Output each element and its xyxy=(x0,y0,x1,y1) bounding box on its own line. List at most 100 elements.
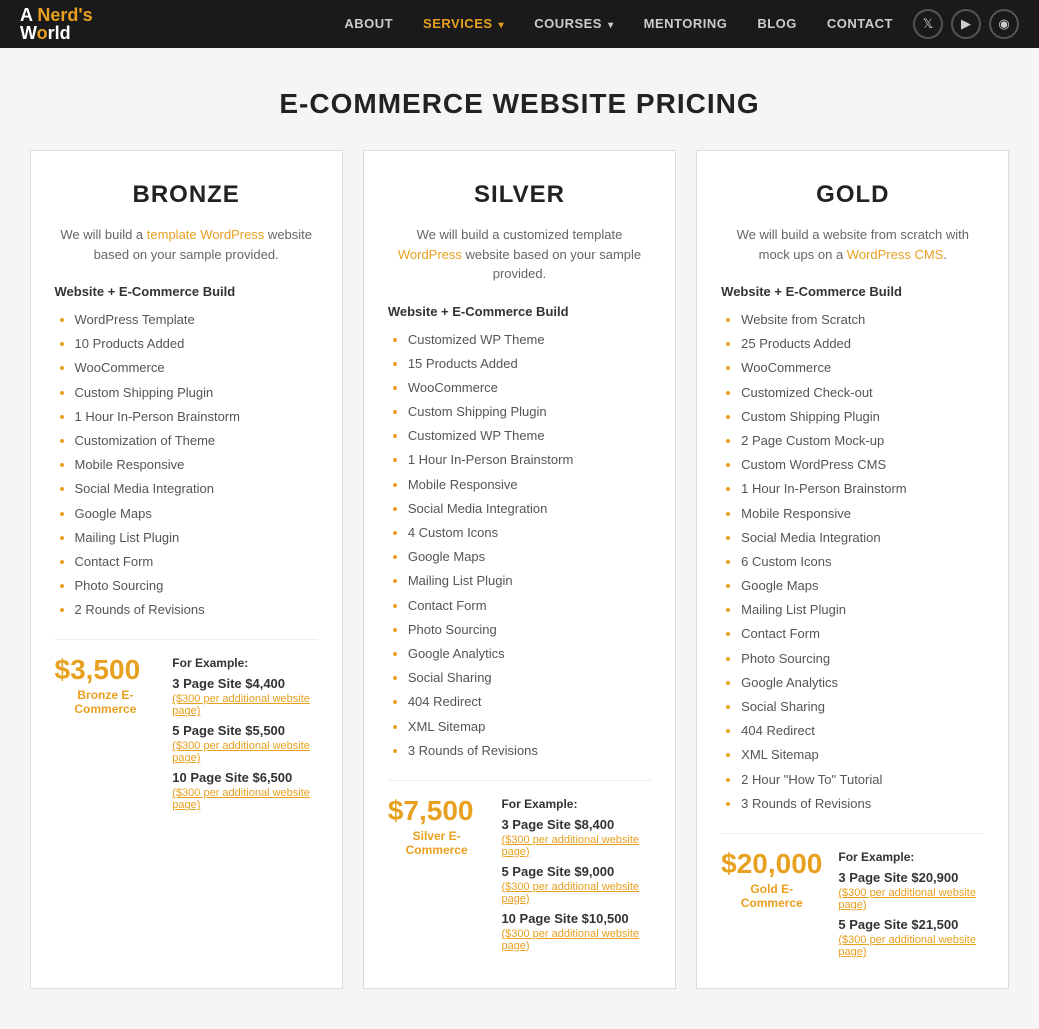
pricing-card-gold: GOLDWe will build a website from scratch… xyxy=(696,150,1009,989)
pricing-card-silver: SILVER We will build a customized templat… xyxy=(363,150,676,989)
list-item: WooCommerce xyxy=(75,359,318,377)
social-icons: 𝕏 ▶ ◉ xyxy=(913,9,1019,39)
list-item: Photo Sourcing xyxy=(408,621,651,639)
tier-sub: ($300 per additional website page) xyxy=(838,887,984,911)
list-item: Social Sharing xyxy=(408,669,651,687)
gold-feature-list: Website from Scratch25 Products AddedWoo… xyxy=(721,311,984,813)
gold-price-block: $20,000Gold E-Commerce xyxy=(721,850,822,910)
list-item: Customized WP Theme xyxy=(408,427,651,445)
list-item: 2 Rounds of Revisions xyxy=(75,601,318,619)
list-item: Contact Form xyxy=(741,625,984,643)
list-item: XML Sitemap xyxy=(741,746,984,764)
silver-section-label: Website + E-Commerce Build xyxy=(388,304,651,319)
list-item: Customization of Theme xyxy=(75,432,318,450)
list-item: 10 Products Added xyxy=(75,335,318,353)
list-item: WooCommerce xyxy=(408,379,651,397)
gold-big-price: $20,000 xyxy=(721,850,822,878)
list-item: Google Maps xyxy=(741,577,984,595)
gold-example-label: For Example: xyxy=(838,850,984,864)
bronze-title: BRONZE xyxy=(55,181,318,209)
pricing-grid: BRONZE We will build a template WordPress… xyxy=(10,150,1030,1029)
list-item: Photo Sourcing xyxy=(741,650,984,668)
list-item: 2 Hour "How To" Tutorial xyxy=(741,771,984,789)
pricing-card-bronze: BRONZE We will build a template WordPress… xyxy=(30,150,343,989)
list-item: WordPress Template xyxy=(75,311,318,329)
twitter-icon[interactable]: 𝕏 xyxy=(913,9,943,39)
list-item: Mailing List Plugin xyxy=(75,529,318,547)
list-item: Mobile Responsive xyxy=(75,456,318,474)
nav-item-contact[interactable]: CONTACT xyxy=(827,15,893,33)
list-item: XML Sitemap xyxy=(408,718,651,736)
list-item: Google Maps xyxy=(75,505,318,523)
instagram-icon[interactable]: ◉ xyxy=(989,9,1019,39)
tier-sub: ($300 per additional website page) xyxy=(838,934,984,958)
silver-price-block: $7,500 Silver E-Commerce xyxy=(388,797,486,857)
list-item: Mailing List Plugin xyxy=(408,572,651,590)
tier-sub: ($300 per additional website page) xyxy=(172,693,318,717)
gold-tiers: For Example: 3 Page Site $20,900 ($300 per… xyxy=(838,850,984,964)
list-item: Custom Shipping Plugin xyxy=(408,403,651,421)
bronze-big-price: $3,500 xyxy=(55,656,157,684)
list-item: Custom WordPress CMS xyxy=(741,456,984,474)
list-item: Custom Shipping Plugin xyxy=(75,384,318,402)
silver-example-label: For Example: xyxy=(501,797,651,811)
tier-name: 3 Page Site $20,900 xyxy=(838,870,984,885)
list-item: Mailing List Plugin xyxy=(741,601,984,619)
list-item: Social Media Integration xyxy=(741,529,984,547)
tier-sub: ($300 per additional website page) xyxy=(501,834,651,858)
list-item: 25 Products Added xyxy=(741,335,984,353)
tier-name: 5 Page Site $21,500 xyxy=(838,917,984,932)
bronze-section-label: Website + E-Commerce Build xyxy=(55,284,318,299)
list-item: Contact Form xyxy=(75,553,318,571)
list-item: Contact Form xyxy=(408,597,651,615)
gold-section-label: Website + E-Commerce Build xyxy=(721,284,984,299)
navbar: A Nerd's World ABOUT SERVICES ▾ COURSES … xyxy=(0,0,1039,48)
list-item: 1 Hour In-Person Brainstorm xyxy=(75,408,318,426)
list-item: Social Media Integration xyxy=(75,480,318,498)
nav-item-courses[interactable]: COURSES ▾ xyxy=(534,15,613,33)
nav-item-mentoring[interactable]: MENTORING xyxy=(644,15,728,33)
list-item: Google Maps xyxy=(408,548,651,566)
list-item: Social Media Integration xyxy=(408,500,651,518)
list-item: Google Analytics xyxy=(408,645,651,663)
list-item: Website from Scratch xyxy=(741,311,984,329)
silver-desc: We will build a customized template Word… xyxy=(388,225,651,284)
list-item: Custom Shipping Plugin xyxy=(741,408,984,426)
bronze-pricing-example: $3,500Bronze E-CommerceFor Example:3 Pag… xyxy=(55,639,318,817)
bronze-desc: We will build a template WordPress websi… xyxy=(55,225,318,264)
list-item: Mobile Responsive xyxy=(408,476,651,494)
silver-price-label: Silver E-Commerce xyxy=(388,829,486,857)
tier-name: 5 Page Site $9,000 xyxy=(501,864,651,879)
list-item: 15 Products Added xyxy=(408,355,651,373)
list-item: Photo Sourcing xyxy=(75,577,318,595)
list-item: 404 Redirect xyxy=(408,693,651,711)
list-item: 1 Hour In-Person Brainstorm xyxy=(408,451,651,469)
tier-name: 3 Page Site $8,400 xyxy=(501,817,651,832)
list-item: 1 Hour In-Person Brainstorm xyxy=(741,480,984,498)
list-item: 404 Redirect xyxy=(741,722,984,740)
list-item: 3 Rounds of Revisions xyxy=(408,742,651,760)
silver-pricing-example: $7,500 Silver E-Commerce For Example: 3 Pag… xyxy=(388,780,651,958)
list-item: 3 Rounds of Revisions xyxy=(741,795,984,813)
page-title: E-COMMERCE WEBSITE PRICING xyxy=(0,48,1039,150)
bronze-example-label: For Example: xyxy=(172,656,318,670)
tier-name: 5 Page Site $5,500 xyxy=(172,723,318,738)
nav-item-services[interactable]: SERVICES ▾ xyxy=(423,15,504,33)
list-item: Mobile Responsive xyxy=(741,505,984,523)
youtube-icon[interactable]: ▶ xyxy=(951,9,981,39)
bronze-feature-list: WordPress Template 10 Products Added WooCo… xyxy=(55,311,318,619)
bronze-price-block: $3,500 Bronze E-Commerce xyxy=(55,656,157,716)
tier-sub: ($300 per additional website page) xyxy=(501,928,651,952)
site-logo[interactable]: A Nerd's World xyxy=(20,6,93,42)
gold-title: GOLD xyxy=(721,181,984,209)
tier-name: 10 Page Site $6,500 xyxy=(172,770,318,785)
nav-item-blog[interactable]: BLOG xyxy=(757,15,797,33)
list-item: 4 Custom Icons xyxy=(408,524,651,542)
silver-feature-list: Customized WP Theme 15 Products Added WooC… xyxy=(388,331,651,760)
bronze-price-label: Bronze E-Commerce xyxy=(55,688,157,716)
silver-big-price: $7,500 xyxy=(388,797,486,825)
nav-item-about[interactable]: ABOUT xyxy=(344,15,393,33)
silver-title: SILVER xyxy=(388,181,651,209)
list-item: Customized WP Theme xyxy=(408,331,651,349)
list-item: 2 Page Custom Mock-up xyxy=(741,432,984,450)
